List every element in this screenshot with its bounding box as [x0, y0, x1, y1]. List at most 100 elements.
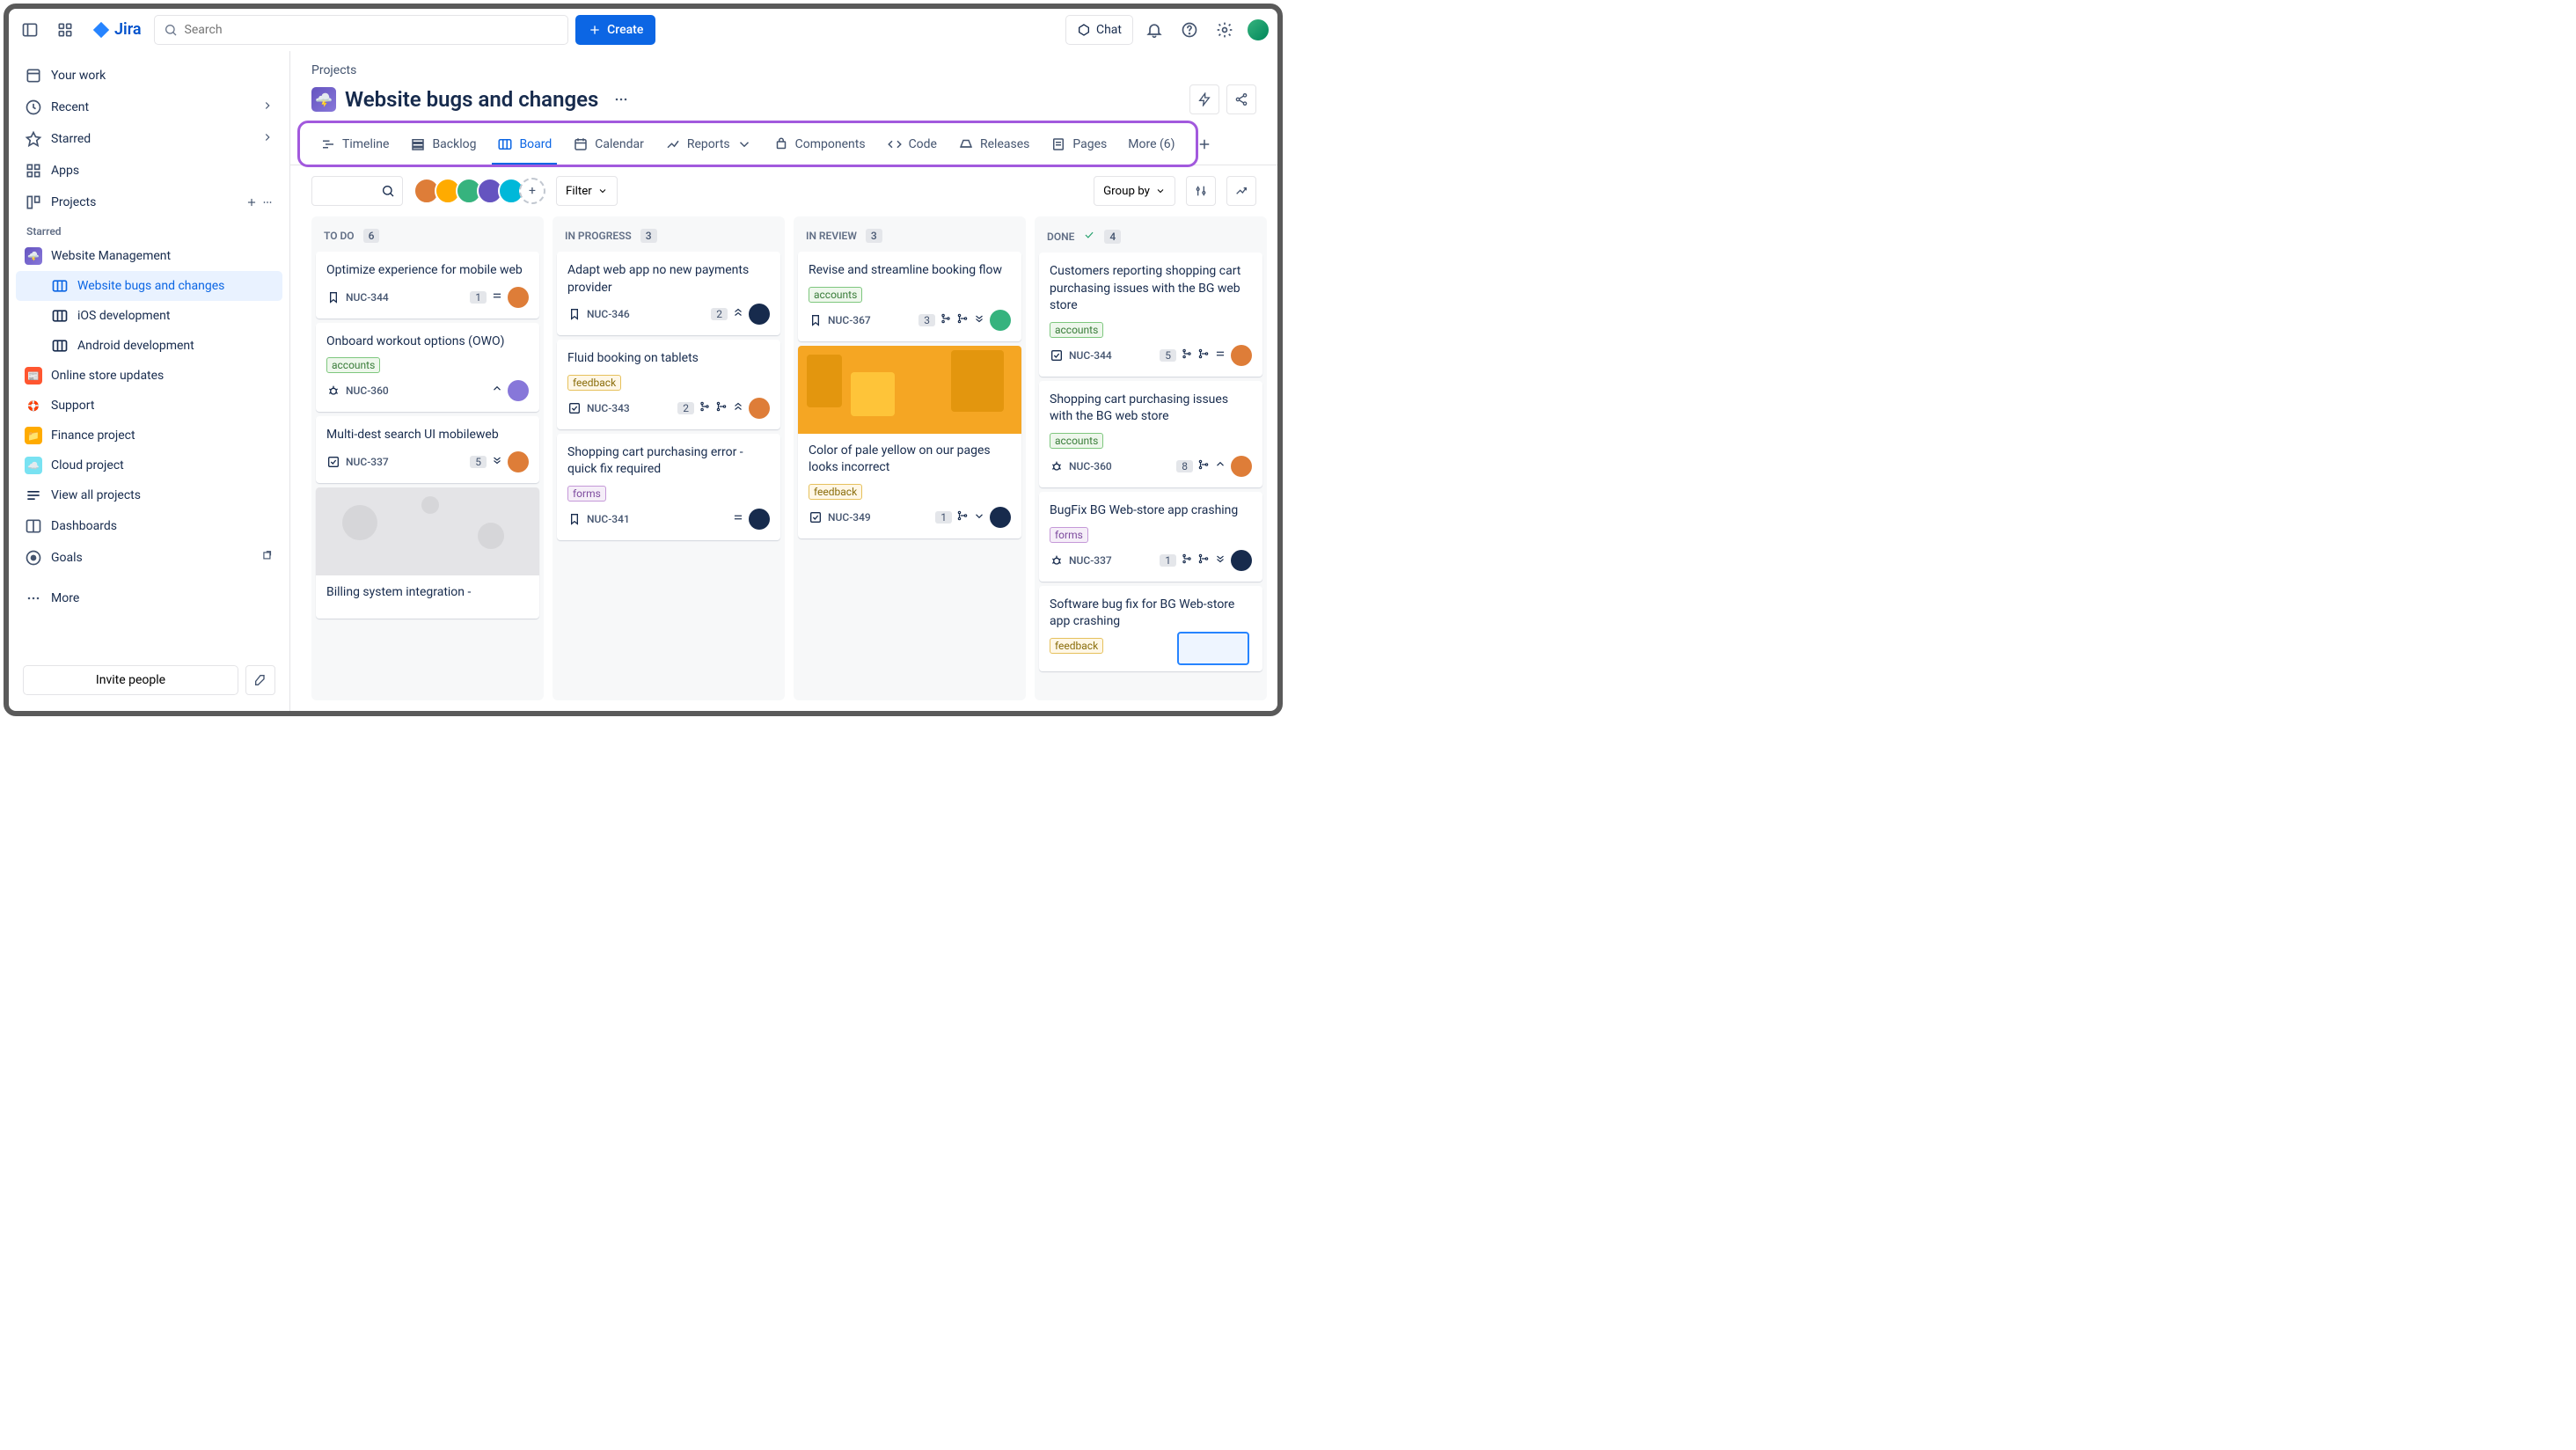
subtasks-icon — [699, 400, 711, 416]
assignee-avatar[interactable] — [508, 287, 529, 308]
priority-icon — [491, 454, 503, 470]
sub-android[interactable]: Android development — [16, 331, 282, 361]
card-title: Billing system integration - — [326, 584, 529, 602]
issue-card[interactable]: BugFix BG Web-store app crashingformsNUC… — [1039, 492, 1262, 582]
story-points: 3 — [918, 314, 935, 326]
issue-card[interactable]: Multi-dest search UI mobilewebNUC-3375 — [316, 416, 539, 483]
issue-card[interactable]: Shopping cart purchasing error - quick f… — [557, 434, 780, 540]
issue-card[interactable]: Adapt web app no new payments providerNU… — [557, 252, 780, 335]
assignee-avatar[interactable] — [749, 509, 770, 530]
story-points: 1 — [935, 511, 952, 524]
issue-card[interactable]: Revise and streamline booking flowaccoun… — [798, 252, 1021, 341]
view-settings-button[interactable] — [1186, 176, 1216, 206]
jira-logo[interactable]: Jira — [86, 20, 147, 40]
assignee-avatar[interactable] — [990, 507, 1011, 528]
create-button[interactable]: Create — [575, 15, 655, 45]
issue-type-icon — [809, 510, 823, 524]
nav-more[interactable]: More — [16, 582, 282, 614]
column-count: 4 — [1104, 230, 1121, 244]
assignee-avatar[interactable] — [1231, 456, 1252, 477]
sidebar-toggle[interactable] — [16, 16, 44, 44]
issue-key: NUC-341 — [587, 513, 630, 525]
project-support[interactable]: 🛟Support — [16, 391, 282, 421]
insights-button[interactable] — [1226, 176, 1256, 206]
assignee-avatar[interactable] — [749, 398, 770, 419]
search-input[interactable] — [185, 23, 560, 37]
tab-reports[interactable]: Reports — [656, 123, 761, 165]
sub-website-bugs[interactable]: Website bugs and changes — [16, 271, 282, 301]
issue-card[interactable]: Shopping cart purchasing issues with the… — [1039, 381, 1262, 487]
nav-recent[interactable]: Recent — [16, 92, 282, 123]
tab-pages[interactable]: Pages — [1042, 123, 1116, 165]
assignee-filter[interactable]: + — [413, 178, 545, 204]
feedback-button[interactable] — [245, 665, 275, 695]
tab-releases[interactable]: Releases — [949, 123, 1038, 165]
add-project-icon[interactable] — [245, 196, 258, 209]
sub-ios[interactable]: iOS development — [16, 301, 282, 331]
assignee-avatar[interactable] — [1231, 345, 1252, 366]
tab-calendar[interactable]: Calendar — [564, 123, 653, 165]
group-by-button[interactable]: Group by — [1094, 176, 1175, 206]
project-finance[interactable]: 📁Finance project — [16, 421, 282, 450]
issue-type-icon — [1050, 553, 1064, 568]
add-assignee-icon[interactable]: + — [519, 178, 545, 204]
breadcrumb[interactable]: Projects — [290, 51, 1277, 81]
nav-starred[interactable]: Starred — [16, 123, 282, 155]
issue-card[interactable]: Optimize experience for mobile webNUC-34… — [316, 252, 539, 319]
column: IN REVIEW3Revise and streamline booking … — [794, 216, 1026, 700]
tab-timeline[interactable]: Timeline — [311, 123, 398, 165]
chat-button[interactable]: Chat — [1065, 15, 1133, 45]
tab-backlog[interactable]: Backlog — [401, 123, 485, 165]
tab-code[interactable]: Code — [878, 123, 946, 165]
tab-more[interactable]: More (6) — [1119, 123, 1183, 165]
column: DONE4Customers reporting shopping cart p… — [1035, 216, 1267, 700]
sidebar: Your work Recent Starred Apps Projects S… — [9, 51, 290, 711]
assignee-avatar[interactable] — [990, 310, 1011, 331]
issue-type-icon — [326, 290, 340, 304]
add-view-button[interactable] — [1188, 123, 1221, 165]
assignee-avatar[interactable] — [508, 380, 529, 401]
app-switcher[interactable] — [51, 16, 79, 44]
subtasks-icon — [940, 312, 952, 328]
assignee-avatar[interactable] — [508, 451, 529, 472]
filter-button[interactable]: Filter — [556, 176, 618, 206]
column: IN PROGRESS3Adapt web app no new payment… — [553, 216, 785, 700]
page-title: Website bugs and changes — [345, 87, 598, 112]
view-all-projects[interactable]: View all projects — [16, 480, 282, 510]
column-name: IN PROGRESS — [565, 230, 632, 242]
notifications-icon[interactable] — [1140, 16, 1168, 44]
invite-people-button[interactable]: Invite people — [23, 665, 238, 695]
issue-card[interactable]: Color of pale yellow on our pages looks … — [798, 346, 1021, 538]
share-button[interactable] — [1226, 84, 1256, 114]
assignee-avatar[interactable] — [1231, 550, 1252, 571]
label-tag: forms — [567, 486, 606, 502]
profile-avatar[interactable] — [1246, 18, 1270, 42]
nav-projects[interactable]: Projects — [16, 187, 282, 218]
nav-apps[interactable]: Apps — [16, 155, 282, 187]
nav-dashboards[interactable]: Dashboards — [16, 510, 282, 542]
issue-card[interactable]: Billing system integration - — [316, 487, 539, 619]
priority-icon — [491, 289, 503, 305]
help-icon[interactable] — [1175, 16, 1204, 44]
branch-icon — [1197, 553, 1210, 568]
global-search[interactable] — [154, 15, 569, 45]
card-title: Revise and streamline booking flow — [809, 262, 1011, 280]
issue-card[interactable]: Onboard workout options (OWO)accountsNUC… — [316, 323, 539, 413]
settings-icon[interactable] — [1211, 16, 1239, 44]
project-website-management[interactable]: 🌩️Website Management — [16, 241, 282, 271]
project-online-store[interactable]: 📰Online store updates — [16, 361, 282, 391]
issue-card[interactable]: Customers reporting shopping cart purcha… — [1039, 253, 1262, 377]
nav-your-work[interactable]: Your work — [16, 60, 282, 92]
issue-card[interactable]: Fluid booking on tabletsfeedbackNUC-3432 — [557, 340, 780, 429]
tab-components[interactable]: Components — [765, 123, 875, 165]
nav-goals[interactable]: Goals — [16, 542, 282, 574]
assignee-avatar[interactable] — [749, 304, 770, 325]
issue-type-icon — [567, 307, 582, 321]
tab-board[interactable]: Board — [488, 123, 560, 165]
project-cloud[interactable]: ☁️Cloud project — [16, 450, 282, 480]
branch-icon — [1197, 458, 1210, 474]
title-more-icon[interactable] — [607, 85, 635, 114]
board-search[interactable] — [311, 176, 403, 206]
more-icon[interactable] — [261, 196, 274, 209]
automation-button[interactable] — [1189, 84, 1219, 114]
